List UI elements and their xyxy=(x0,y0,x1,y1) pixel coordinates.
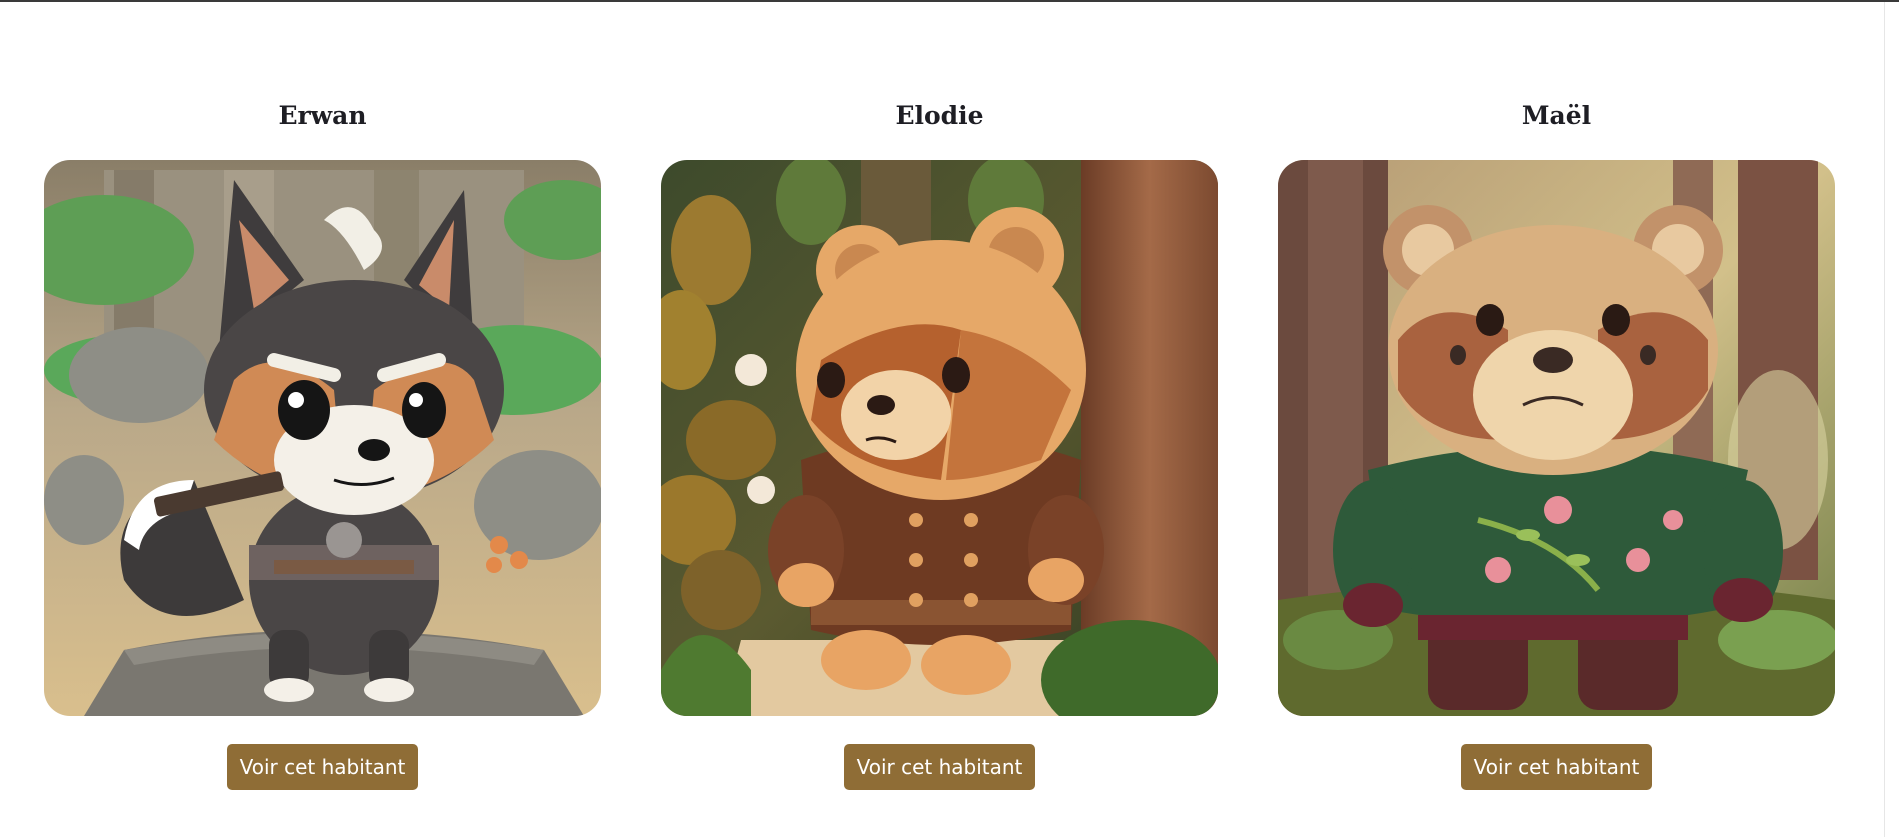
habitant-card-mael: Maël Voir cet habitant xyxy=(1278,96,1835,796)
bear-in-coat-image xyxy=(661,160,1218,716)
vertical-scrollbar[interactable] xyxy=(1884,2,1899,837)
voir-habitant-button[interactable]: Voir cet habitant xyxy=(844,744,1035,790)
page: Erwan Voir cet habitant Elodie Voir cet … xyxy=(0,0,1899,837)
habitant-name: Maël xyxy=(1521,101,1592,130)
habitant-name: Erwan xyxy=(278,101,367,130)
voir-habitant-button[interactable]: Voir cet habitant xyxy=(1461,744,1652,790)
bear-in-sweater-image xyxy=(1278,160,1835,716)
voir-habitant-button[interactable]: Voir cet habitant xyxy=(227,744,418,790)
habitant-name: Elodie xyxy=(895,101,984,130)
top-border-line xyxy=(0,0,1899,2)
habitant-card-elodie: Elodie Voir cet habitant xyxy=(661,96,1218,796)
habitant-card-erwan: Erwan Voir cet habitant xyxy=(44,96,601,796)
wolf-character-image xyxy=(44,160,601,716)
